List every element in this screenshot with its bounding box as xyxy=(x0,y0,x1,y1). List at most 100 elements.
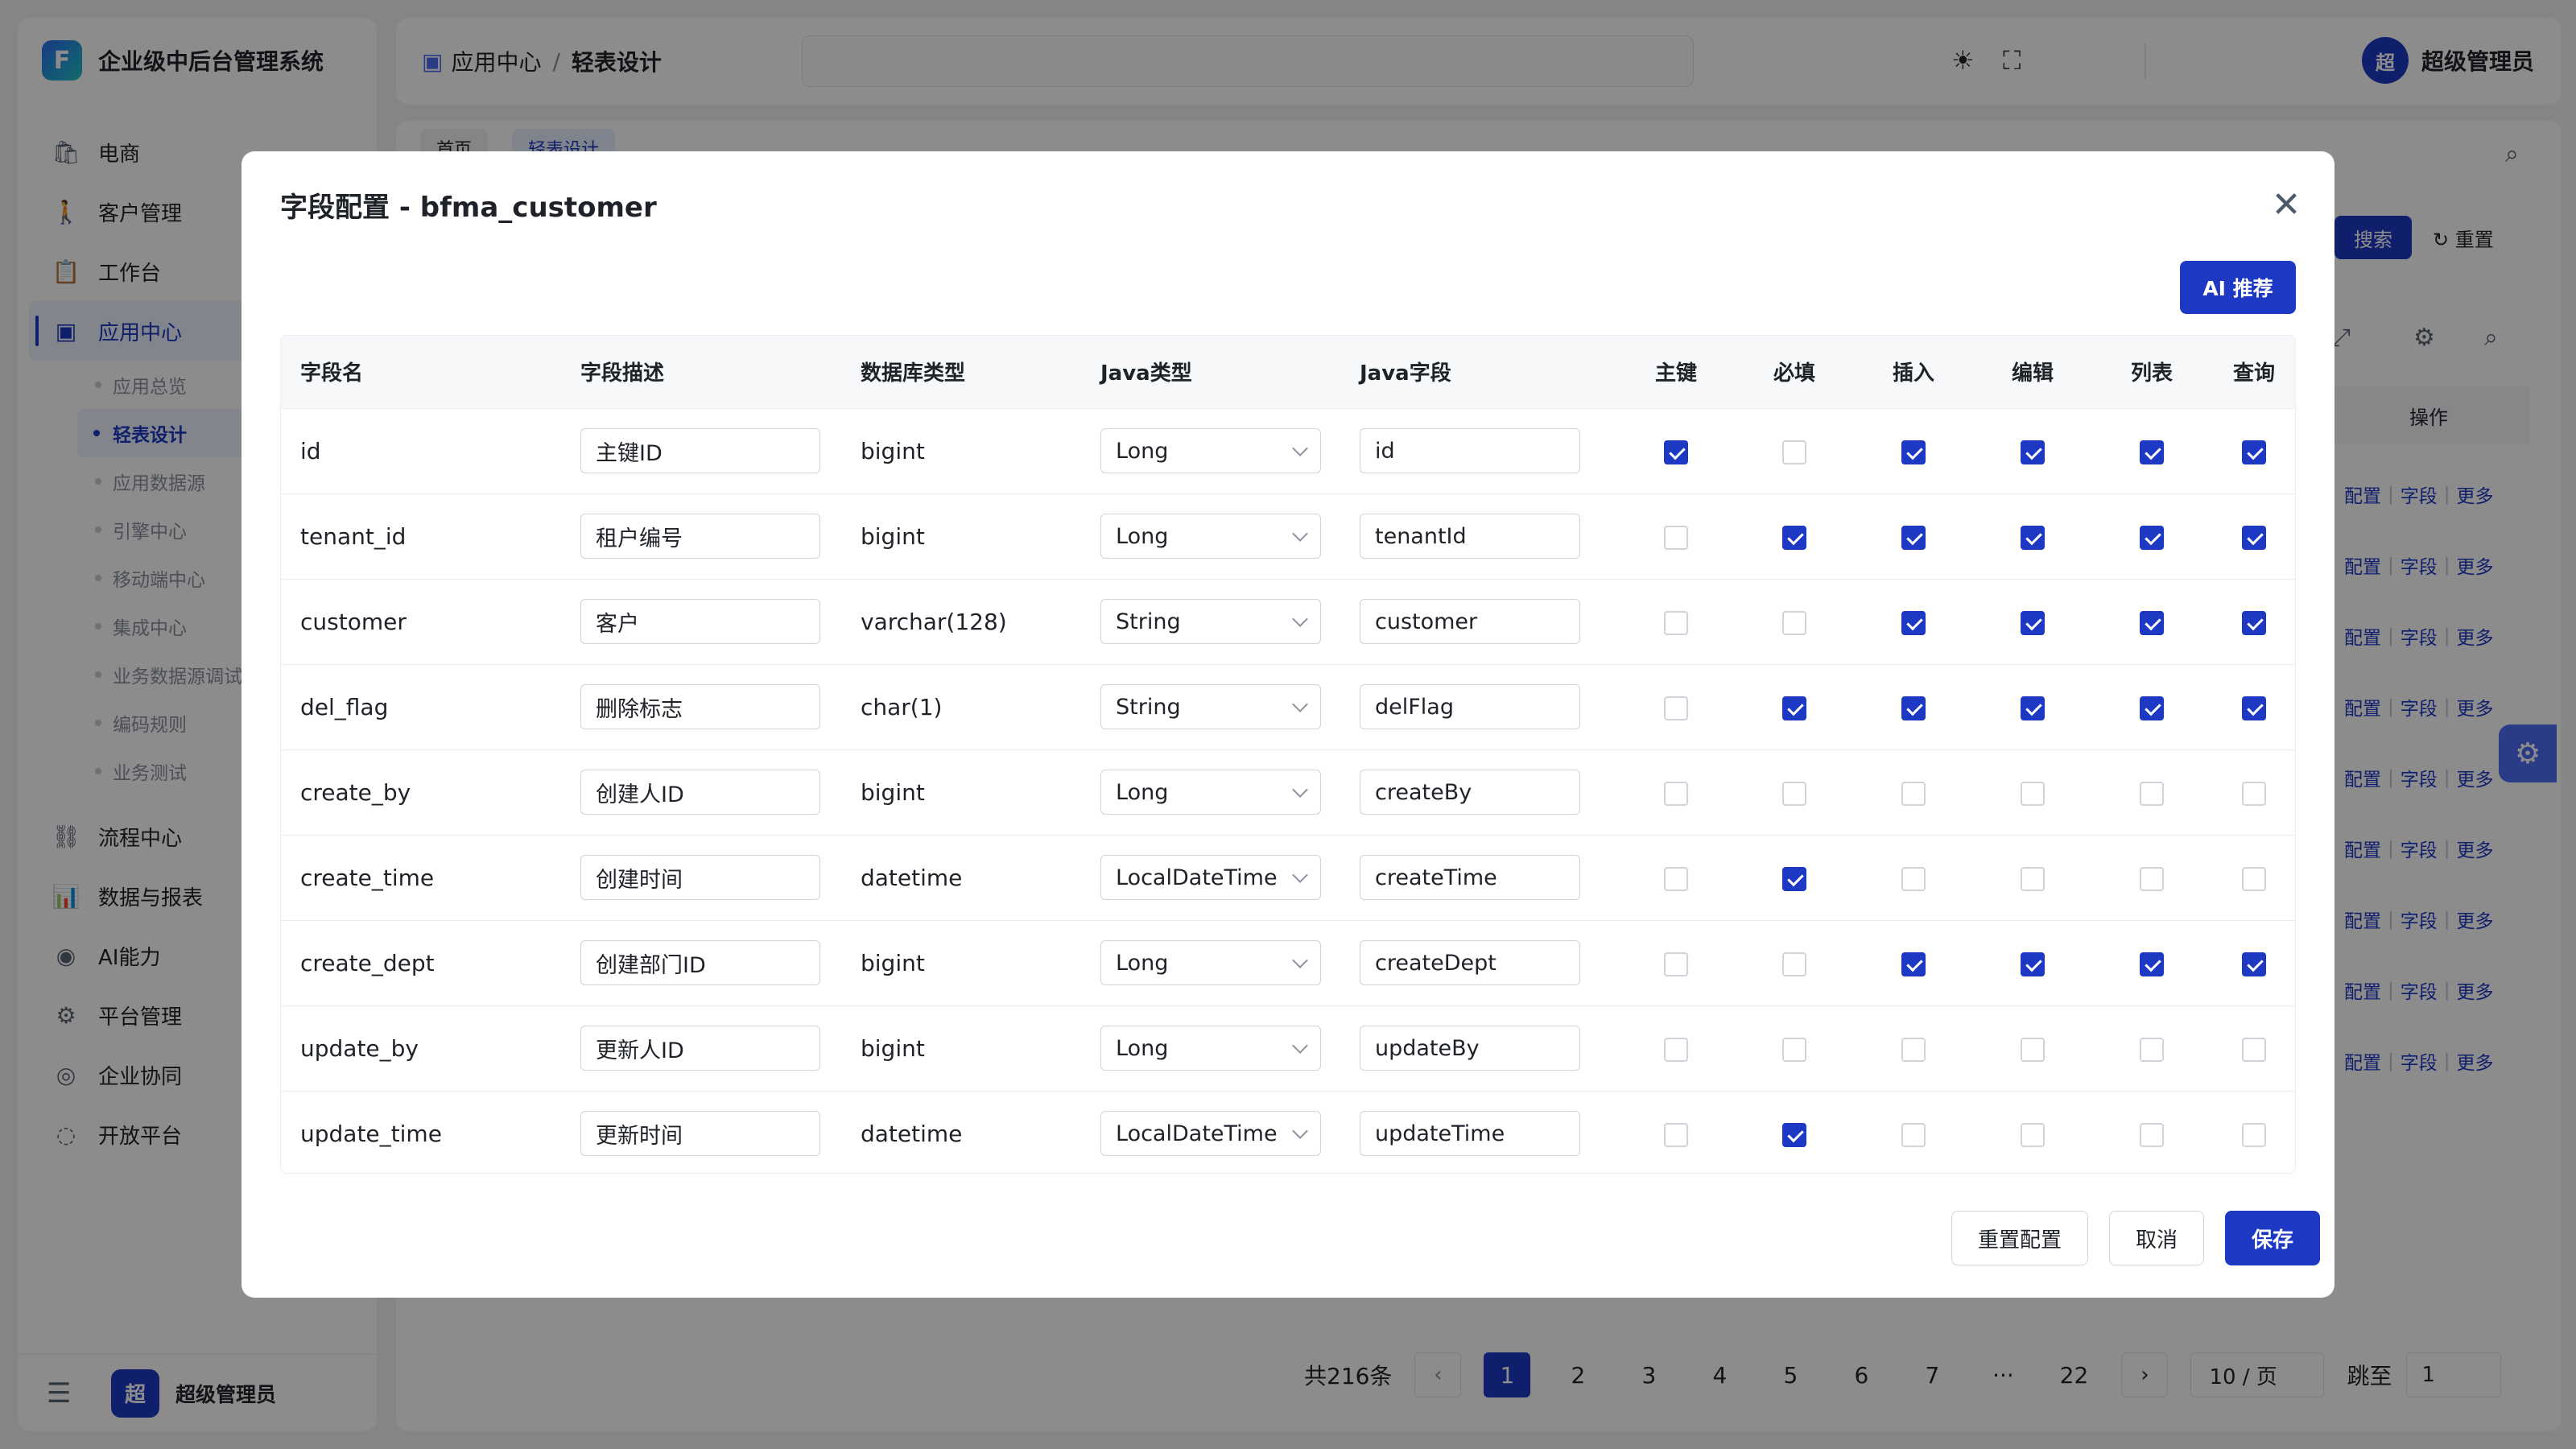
java-field-input[interactable]: id xyxy=(1360,428,1580,473)
query-checkbox[interactable] xyxy=(2242,866,2266,891)
list-checkbox[interactable] xyxy=(2140,696,2164,720)
java-field-input[interactable]: updateBy xyxy=(1360,1026,1580,1071)
list-cell xyxy=(2092,920,2211,1005)
pk-checkbox[interactable] xyxy=(1664,952,1688,976)
java-field-input[interactable]: delFlag xyxy=(1360,684,1580,729)
java-field-input[interactable]: tenantId xyxy=(1360,514,1580,559)
query-checkbox[interactable] xyxy=(2242,610,2266,635)
reset-config-button[interactable]: 重置配置 xyxy=(1951,1211,2089,1265)
pk-checkbox[interactable] xyxy=(1664,440,1688,464)
pk-checkbox[interactable] xyxy=(1664,1122,1688,1147)
list-cell xyxy=(2092,493,2211,579)
db-type-cell: datetime xyxy=(861,1120,963,1147)
query-checkbox[interactable] xyxy=(2242,1037,2266,1062)
column-header: 数据库类型 xyxy=(861,361,966,386)
edit-checkbox[interactable] xyxy=(2021,696,2045,720)
field-desc-input[interactable]: 创建人ID xyxy=(580,770,820,815)
list-checkbox[interactable] xyxy=(2140,781,2164,806)
required-cell xyxy=(1735,408,1854,493)
table-row: update_time 更新时间 datetime LocalDateTime upda… xyxy=(281,1091,2295,1173)
query-checkbox[interactable] xyxy=(2242,440,2266,464)
field-desc-input[interactable]: 创建时间 xyxy=(580,855,820,900)
edit-checkbox[interactable] xyxy=(2021,866,2045,891)
required-checkbox[interactable] xyxy=(1782,440,1806,464)
java-type-select[interactable]: String xyxy=(1100,684,1321,729)
edit-checkbox[interactable] xyxy=(2021,610,2045,635)
table-body: id 主键ID bigint Long id tenant_id 租户编号 bigint Lon… xyxy=(281,408,2295,1173)
list-checkbox[interactable] xyxy=(2140,1037,2164,1062)
pk-checkbox[interactable] xyxy=(1664,866,1688,891)
list-checkbox[interactable] xyxy=(2140,440,2164,464)
save-button[interactable]: 保存 xyxy=(2225,1211,2321,1265)
field-desc-input[interactable]: 客户 xyxy=(580,599,820,644)
java-type-select[interactable]: Long xyxy=(1100,514,1321,559)
java-field-input[interactable]: createTime xyxy=(1360,855,1580,900)
list-checkbox[interactable] xyxy=(2140,610,2164,635)
table-row: create_time 创建时间 datetime LocalDateTime crea… xyxy=(281,835,2295,920)
java-type-select[interactable]: Long xyxy=(1100,770,1321,815)
query-checkbox[interactable] xyxy=(2242,1122,2266,1147)
insert-checkbox[interactable] xyxy=(1901,952,1926,976)
java-field-input[interactable]: createDept xyxy=(1360,940,1580,985)
insert-checkbox[interactable] xyxy=(1901,866,1926,891)
java-type-select[interactable]: LocalDateTime xyxy=(1100,1111,1321,1157)
insert-checkbox[interactable] xyxy=(1901,1037,1926,1062)
java-type-select[interactable]: Long xyxy=(1100,428,1321,473)
required-checkbox[interactable] xyxy=(1782,696,1806,720)
field-desc-input[interactable]: 租户编号 xyxy=(580,514,820,559)
java-field-cell: delFlag xyxy=(1340,664,1617,749)
pk-checkbox[interactable] xyxy=(1664,1037,1688,1062)
pk-checkbox[interactable] xyxy=(1664,696,1688,720)
field-desc-input[interactable]: 主键ID xyxy=(580,428,820,473)
modal-footer: 重置配置 取消 保存 xyxy=(1951,1211,2321,1265)
insert-checkbox[interactable] xyxy=(1901,781,1926,806)
java-type-select[interactable]: LocalDateTime xyxy=(1100,855,1321,900)
pk-checkbox[interactable] xyxy=(1664,525,1688,550)
list-checkbox[interactable] xyxy=(2140,525,2164,550)
insert-checkbox[interactable] xyxy=(1901,1122,1926,1147)
field-desc-input[interactable]: 更新人ID xyxy=(580,1026,820,1071)
list-checkbox[interactable] xyxy=(2140,1122,2164,1147)
java-type-select[interactable]: Long xyxy=(1100,940,1321,985)
field-desc-input[interactable]: 更新时间 xyxy=(580,1111,820,1157)
edit-checkbox[interactable] xyxy=(2021,1037,2045,1062)
java-field-input[interactable]: createBy xyxy=(1360,770,1580,815)
edit-checkbox[interactable] xyxy=(2021,952,2045,976)
edit-checkbox[interactable] xyxy=(2021,525,2045,550)
pk-checkbox[interactable] xyxy=(1664,610,1688,635)
required-checkbox[interactable] xyxy=(1782,952,1806,976)
required-checkbox[interactable] xyxy=(1782,1122,1806,1147)
field-name-cell: create_time xyxy=(300,864,435,891)
insert-checkbox[interactable] xyxy=(1901,525,1926,550)
field-desc-input[interactable]: 删除标志 xyxy=(580,684,820,729)
required-checkbox[interactable] xyxy=(1782,781,1806,806)
edit-checkbox[interactable] xyxy=(2021,1122,2045,1147)
list-checkbox[interactable] xyxy=(2140,952,2164,976)
required-checkbox[interactable] xyxy=(1782,866,1806,891)
java-type-select[interactable]: Long xyxy=(1100,1026,1321,1071)
list-checkbox[interactable] xyxy=(2140,866,2164,891)
ai-recommend-button[interactable]: AI 推荐 xyxy=(2180,261,2296,314)
insert-checkbox[interactable] xyxy=(1901,696,1926,720)
java-field-input[interactable]: updateTime xyxy=(1360,1111,1580,1157)
java-type-select[interactable]: String xyxy=(1100,599,1321,644)
pk-cell xyxy=(1617,749,1735,835)
edit-checkbox[interactable] xyxy=(2021,781,2045,806)
query-checkbox[interactable] xyxy=(2242,525,2266,550)
column-header: 列表 xyxy=(2130,361,2173,386)
cancel-button[interactable]: 取消 xyxy=(2109,1211,2205,1265)
java-field-cell: updateTime xyxy=(1340,1091,1617,1173)
java-field-input[interactable]: customer xyxy=(1360,599,1580,644)
required-checkbox[interactable] xyxy=(1782,610,1806,635)
insert-checkbox[interactable] xyxy=(1901,440,1926,464)
pk-checkbox[interactable] xyxy=(1664,781,1688,806)
query-checkbox[interactable] xyxy=(2242,696,2266,720)
required-checkbox[interactable] xyxy=(1782,525,1806,550)
query-checkbox[interactable] xyxy=(2242,781,2266,806)
required-checkbox[interactable] xyxy=(1782,1037,1806,1062)
field-desc-input[interactable]: 创建部门ID xyxy=(580,940,820,985)
close-icon[interactable]: ✕ xyxy=(2264,182,2309,227)
edit-checkbox[interactable] xyxy=(2021,440,2045,464)
query-checkbox[interactable] xyxy=(2242,952,2266,976)
insert-checkbox[interactable] xyxy=(1901,610,1926,635)
